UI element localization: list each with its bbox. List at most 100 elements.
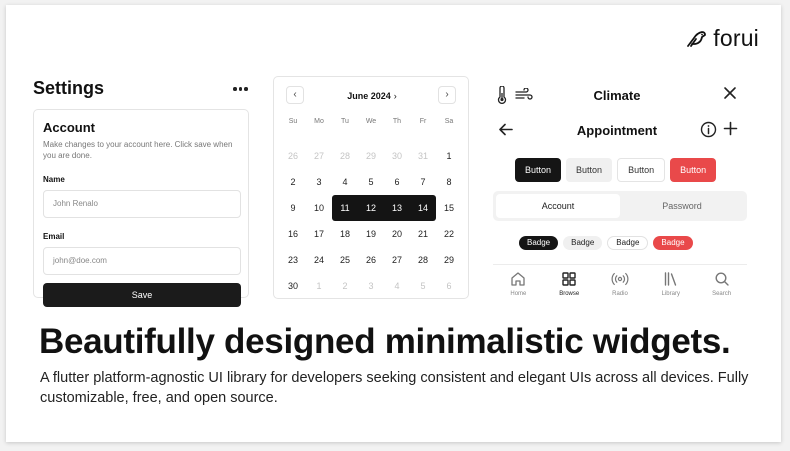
promo-canvas: forui Settings Account Make changes to y… (6, 5, 781, 442)
calendar-day[interactable]: 30 (280, 273, 306, 299)
tab-password[interactable]: Password (620, 194, 744, 218)
calendar-day[interactable]: 1 (306, 273, 332, 299)
button-outline[interactable]: Button (617, 158, 666, 182)
chevron-right-icon: › (393, 91, 397, 101)
button-secondary[interactable]: Button (566, 158, 613, 182)
badge-outline: Badge (607, 236, 649, 250)
calendar-day[interactable]: 26 (280, 143, 306, 169)
plus-icon[interactable] (723, 121, 738, 141)
calendar-day[interactable]: 31 (410, 143, 436, 169)
nav-item-browse[interactable]: Browse (544, 265, 595, 302)
nav-item-search[interactable]: Search (696, 265, 747, 302)
more-options-icon[interactable] (233, 84, 249, 94)
badge-destructive: Badge (653, 236, 693, 250)
calendar-day[interactable]: 2 (332, 273, 358, 299)
calendar-day[interactable]: 27 (384, 247, 410, 273)
calendar-day[interactable]: 3 (306, 169, 332, 195)
email-field[interactable]: john@doe.com (43, 247, 241, 275)
calendar-day[interactable]: 9 (280, 195, 306, 221)
badges-row: Badge Badge Badge Badge (519, 236, 693, 250)
calendar-day[interactable]: 24 (306, 247, 332, 273)
calendar-day-selected[interactable]: 11 (332, 195, 358, 221)
calendar-day[interactable]: 28 (410, 247, 436, 273)
brand-name: forui (713, 25, 759, 51)
hero-subline: A flutter platform-agnostic UI library f… (40, 370, 749, 406)
calendar-day[interactable]: 21 (410, 221, 436, 247)
nav-label-radio: Radio (612, 291, 628, 297)
nav-label-browse: Browse (559, 291, 580, 297)
calendar-day[interactable]: 20 (384, 221, 410, 247)
calendar: ‹ June 2024 › › Su Mo Tu We Th Fr Sa 26 27 28 29 30 3… (273, 76, 469, 299)
weekday-label: Tu (341, 118, 349, 125)
calendar-day[interactable]: 7 (410, 169, 436, 195)
nav-label-search: Search (712, 291, 732, 297)
weekday-label: Fr (419, 118, 427, 125)
calendar-day-selected[interactable]: 14 (410, 195, 436, 221)
calendar-day[interactable]: 19 (358, 221, 384, 247)
calendar-day[interactable]: 6 (436, 273, 462, 299)
next-month-button[interactable]: › (438, 86, 456, 104)
tabs: Account Password (493, 191, 747, 221)
calendar-day[interactable]: 29 (358, 143, 384, 169)
calendar-day[interactable]: 15 (436, 195, 462, 221)
home-icon (510, 271, 526, 287)
close-icon[interactable] (723, 86, 737, 105)
calendar-day[interactable]: 28 (332, 143, 358, 169)
nav-item-home[interactable]: Home (493, 265, 544, 302)
calendar-day[interactable]: 4 (384, 273, 410, 299)
calendar-day[interactable]: 29 (436, 247, 462, 273)
calendar-grid: Su Mo Tu We Th Fr Sa 26 27 28 29 30 31 1 2 3 4 5 6 7 8 9 10 11 1… (280, 117, 462, 299)
nav-item-library[interactable]: Library (645, 265, 696, 302)
brand: forui (685, 25, 759, 52)
weekday-label: Sa (444, 118, 454, 125)
calendar-day[interactable]: 4 (332, 169, 358, 195)
calendar-day[interactable]: 2 (280, 169, 306, 195)
tab-account[interactable]: Account (496, 194, 620, 218)
calendar-day-selected[interactable]: 12 (358, 195, 384, 221)
calendar-day[interactable]: 5 (358, 169, 384, 195)
calendar-day[interactable]: 10 (306, 195, 332, 221)
name-field[interactable]: John Renalo (43, 190, 241, 218)
weekday-label: Mo (314, 118, 324, 125)
nav-label-home: Home (510, 291, 527, 297)
search-icon (714, 271, 730, 287)
appointment-header: Appointment (493, 118, 741, 142)
account-card-heading: Account (43, 120, 95, 135)
nav-label-library: Library (661, 291, 680, 297)
climate-title: Climate (593, 88, 641, 103)
calendar-day[interactable]: 25 (332, 247, 358, 273)
calendar-day[interactable]: 22 (436, 221, 462, 247)
button-destructive[interactable]: Button (670, 158, 717, 182)
calendar-day[interactable]: 1 (436, 143, 462, 169)
info-icon[interactable] (700, 121, 717, 143)
grid-icon (561, 271, 577, 287)
month-text: June 2024 (347, 91, 391, 101)
account-card: Account Make changes to your account her… (33, 109, 249, 307)
calendar-day[interactable]: 30 (384, 143, 410, 169)
calendar-day[interactable]: 27 (306, 143, 332, 169)
calendar-day[interactable]: 8 (436, 169, 462, 195)
calendar-day[interactable]: 18 (332, 221, 358, 247)
calendar-day[interactable]: 3 (358, 273, 384, 299)
calendar-day[interactable]: 6 (384, 169, 410, 195)
calendar-day[interactable]: 26 (358, 247, 384, 273)
badge-secondary: Badge (563, 236, 603, 250)
calendar-day[interactable]: 5 (410, 273, 436, 299)
calendar-day[interactable]: 16 (280, 221, 306, 247)
calendar-day-selected[interactable]: 13 (384, 195, 410, 221)
weekday-label: Su (288, 118, 298, 125)
weekday-label: Th (392, 118, 402, 125)
button-primary[interactable]: Button (515, 158, 562, 182)
forui-bird-logo-icon (685, 29, 707, 49)
account-card-description: Make changes to your account here. Click… (43, 140, 233, 160)
nav-item-radio[interactable]: Radio (595, 265, 646, 302)
settings-title: Settings (33, 78, 105, 98)
calendar-day[interactable]: 17 (306, 221, 332, 247)
radio-icon (611, 271, 629, 287)
calendar-day[interactable]: 23 (280, 247, 306, 273)
climate-header: Climate (493, 83, 741, 107)
name-label: Name (43, 175, 65, 184)
bottom-navigation: Home Browse Radio Library Search (493, 264, 747, 302)
save-button[interactable]: Save (43, 283, 241, 307)
hero-headline: Beautifully designed minimalistic widget… (39, 322, 731, 361)
